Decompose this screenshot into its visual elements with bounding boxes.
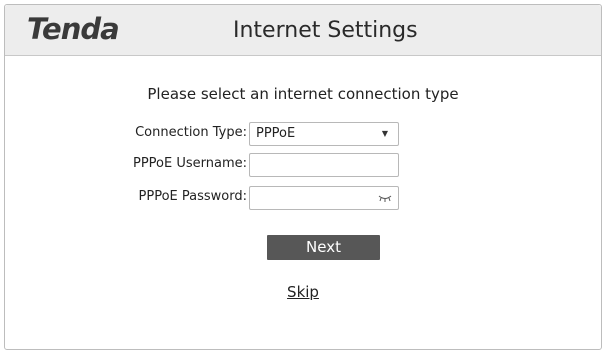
- chevron-down-icon: ▼: [381, 129, 388, 138]
- username-row: PPPoE Username:: [5, 153, 601, 177]
- connection-type-select[interactable]: PPPoE ▼: [249, 122, 399, 146]
- next-button[interactable]: Next: [267, 235, 380, 260]
- skip-link[interactable]: Skip: [5, 283, 601, 301]
- settings-panel: Tenda Internet Settings Please select an…: [4, 4, 602, 350]
- connection-type-row: Connection Type: PPPoE ▼: [5, 122, 601, 146]
- page-title: Internet Settings: [233, 18, 418, 43]
- username-label: PPPoE Username:: [132, 156, 247, 171]
- connection-type-label: Connection Type:: [135, 125, 247, 140]
- password-label: PPPoE Password:: [138, 189, 247, 204]
- tenda-logo: Tenda: [27, 12, 120, 46]
- username-input[interactable]: [249, 153, 399, 177]
- header-bar: Tenda Internet Settings: [5, 5, 601, 56]
- password-input[interactable]: [249, 186, 399, 210]
- eye-closed-icon[interactable]: [378, 193, 392, 203]
- connection-prompt: Please select an internet connection typ…: [147, 85, 459, 103]
- connection-type-value: PPPoE: [256, 126, 296, 141]
- password-row: PPPoE Password:: [5, 186, 601, 210]
